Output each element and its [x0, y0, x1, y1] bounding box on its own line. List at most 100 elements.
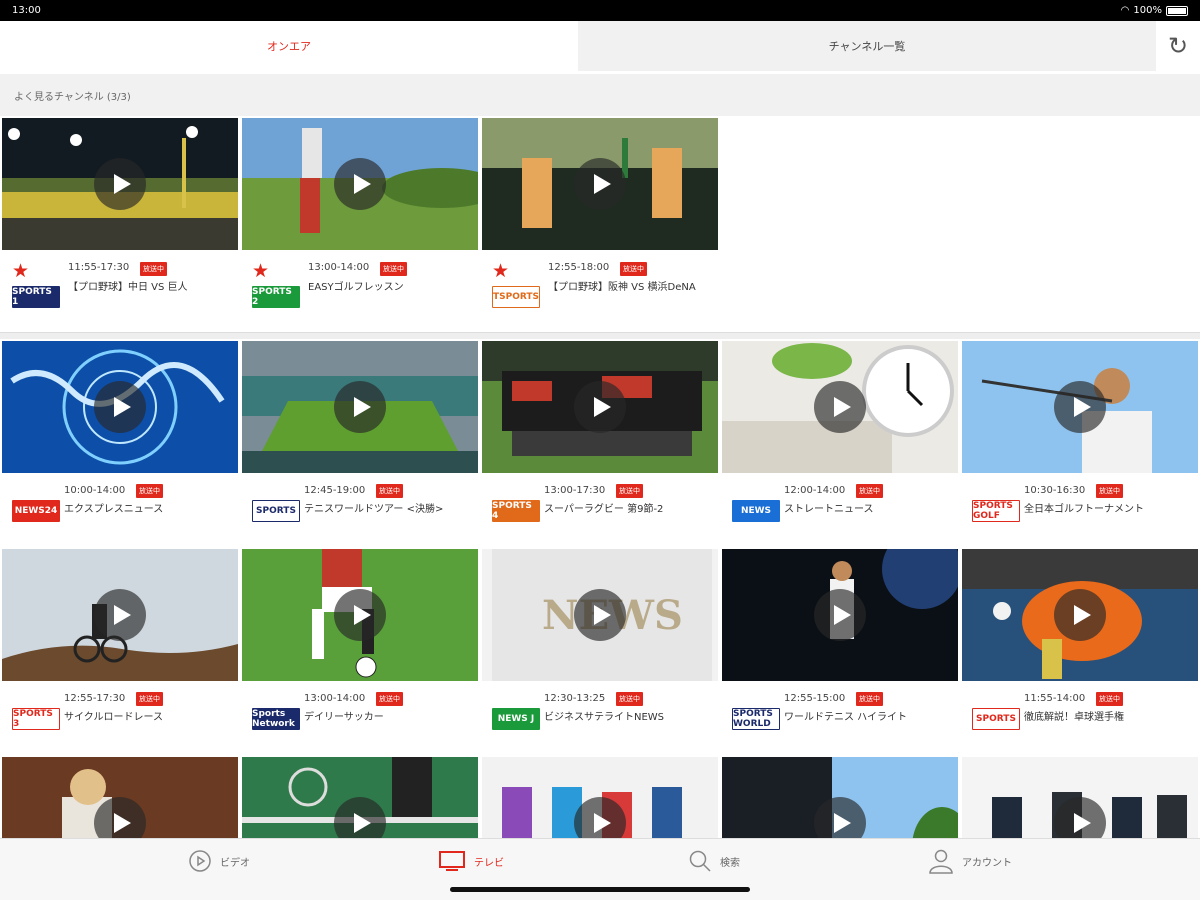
channel-card[interactable] — [482, 757, 720, 839]
section-divider — [0, 332, 1200, 339]
channel-card[interactable]: SPORTS WORLD 12:55-15:00 放送中 ワールドテニス ハイライト — [722, 549, 960, 757]
program-title: ビジネスサテライトNEWS — [544, 712, 665, 723]
program-title: 全日本ゴルフトーナメント — [1024, 504, 1144, 515]
thumbnail[interactable] — [242, 757, 478, 839]
tab-channel-list[interactable]: チャンネル一覧 — [578, 21, 1156, 71]
play-icon[interactable] — [814, 381, 866, 433]
channel-card[interactable]: NEWS NEWS J 12:30-13:25 放送中ビジネスサテライトNEWS — [482, 549, 720, 757]
on-air-badge: 放送中 — [376, 484, 403, 498]
program-title: デイリーサッカー — [304, 712, 384, 723]
channel-logo: SPORTS — [972, 708, 1020, 730]
play-icon[interactable] — [574, 381, 626, 433]
tabbar-account[interactable]: アカウント — [928, 849, 1012, 874]
channel-card[interactable]: NEWS24 10:00-14:00 放送中 エクスプレスニュース — [2, 341, 240, 549]
channel-card[interactable]: SPORTS GOLF 10:30-16:30 放送中 全日本ゴルフトーナメント — [962, 341, 1200, 549]
program-info: SPORTS 11:55-14:00 放送中 徹底解説！卓球選手権 — [962, 681, 1200, 757]
thumbnail[interactable] — [722, 757, 958, 839]
thumbnail[interactable] — [2, 549, 238, 681]
tabbar-tv[interactable]: テレビ — [438, 849, 504, 873]
thumbnail[interactable] — [962, 757, 1198, 839]
on-air-badge: 放送中 — [140, 262, 167, 276]
channel-card[interactable]: SPORTS 11:55-14:00 放送中 徹底解説！卓球選手権 — [962, 549, 1200, 757]
channel-card[interactable]: SPORTS 4 13:00-17:30 放送中 スーパーラグビー 第9節-2 — [482, 341, 720, 549]
favorite-star-icon[interactable]: ★ — [252, 262, 269, 281]
favorite-star-icon[interactable]: ★ — [492, 262, 509, 281]
play-icon[interactable] — [1054, 589, 1106, 641]
status-right: ◠ 100% — [1121, 5, 1188, 16]
program-info: SPORTS WORLD 12:55-15:00 放送中 ワールドテニス ハイライト — [722, 681, 960, 757]
search-icon — [689, 850, 711, 872]
play-icon[interactable] — [94, 158, 146, 210]
play-icon[interactable] — [334, 158, 386, 210]
play-circle-icon — [189, 850, 211, 872]
on-air-badge: 放送中 — [380, 262, 407, 276]
channel-card[interactable]: NEWS 12:00-14:00 放送中 ストレートニュース — [722, 341, 960, 549]
program-title: エクスプレスニュース — [64, 504, 164, 515]
play-icon[interactable] — [574, 158, 626, 210]
thumbnail[interactable] — [242, 118, 478, 250]
program-time: 12:00-14:00 — [784, 485, 846, 496]
play-icon[interactable] — [1054, 381, 1106, 433]
thumbnail[interactable] — [482, 757, 718, 839]
tabbar-video-label: ビデオ — [220, 857, 250, 869]
tab-onair[interactable]: オンエア — [0, 21, 578, 71]
status-time: 13:00 — [12, 5, 41, 16]
play-icon[interactable] — [94, 381, 146, 433]
on-air-badge: 放送中 — [620, 262, 647, 276]
channel-card[interactable]: SPORTS 12:45-19:00 放送中 テニスワールドツアー <決勝> — [242, 341, 480, 549]
program-title: ストレートニュース — [784, 504, 874, 515]
refresh-icon[interactable]: ↻ — [1156, 21, 1200, 71]
channel-logo: SPORTS 1 — [12, 286, 60, 308]
channel-card[interactable] — [962, 757, 1200, 839]
program-info: SPORTS GOLF 10:30-16:30 放送中 全日本ゴルフトーナメント — [962, 473, 1200, 549]
thumbnail[interactable] — [2, 757, 238, 839]
program-time: 13:00-17:30 — [544, 485, 606, 496]
channel-logo: TSPORTS — [492, 286, 540, 308]
tabbar-search[interactable]: 検索 — [688, 849, 740, 873]
program-time: 10:30-16:30 — [1024, 485, 1086, 496]
thumbnail[interactable] — [962, 549, 1198, 681]
play-icon[interactable] — [94, 589, 146, 641]
channel-logo: SPORTS WORLD — [732, 708, 780, 730]
thumbnail[interactable] — [722, 341, 958, 473]
program-info: ★ TSPORTS 12:55-18:00 放送中 【プロ野球】阪神 VS 横浜DeNA — [482, 250, 720, 326]
thumbnail[interactable] — [962, 341, 1198, 473]
channel-logo: SPORTS 3 — [12, 708, 60, 730]
program-title: サイクルロードレース — [64, 712, 163, 723]
program-info: SPORTS 4 13:00-17:30 放送中 スーパーラグビー 第9節-2 — [482, 473, 720, 549]
favorites-header: よく見るチャンネル (3/3) — [0, 74, 1200, 116]
program-info: NEWS 12:00-14:00 放送中 ストレートニュース — [722, 473, 960, 549]
channel-card[interactable] — [242, 757, 480, 839]
favorite-card[interactable]: ★ TSPORTS 12:55-18:00 放送中 【プロ野球】阪神 VS 横浜DeNA — [482, 118, 720, 326]
program-info: Sports Network 13:00-14:00 放送中 デイリーサッカー — [242, 681, 480, 757]
thumbnail[interactable] — [242, 549, 478, 681]
on-air-badge: 放送中 — [1096, 692, 1123, 706]
play-icon[interactable] — [334, 381, 386, 433]
thumbnail[interactable] — [482, 118, 718, 250]
thumbnail[interactable] — [482, 341, 718, 473]
on-air-badge: 放送中 — [376, 692, 403, 706]
channel-card[interactable] — [2, 757, 240, 839]
thumbnail[interactable] — [242, 341, 478, 473]
favorite-star-icon[interactable]: ★ — [12, 262, 29, 281]
favorite-card[interactable]: ★ SPORTS 1 11:55-17:30 放送中【プロ野球】中日 VS 巨人 — [2, 118, 240, 326]
favorite-card[interactable]: ★ SPORTS 2 13:00-14:00 放送中 EASYゴルフレッスン — [242, 118, 480, 326]
channel-card[interactable]: Sports Network 13:00-14:00 放送中 デイリーサッカー — [242, 549, 480, 757]
tabbar-video[interactable]: ビデオ — [188, 849, 250, 873]
home-indicator — [450, 887, 750, 892]
play-icon[interactable] — [574, 589, 626, 641]
program-title: 【プロ野球】中日 VS 巨人 — [68, 282, 188, 293]
program-info: SPORTS 12:45-19:00 放送中 テニスワールドツアー <決勝> — [242, 473, 480, 549]
program-time: 12:55-17:30 — [64, 693, 126, 704]
channel-grid: NEWS24 10:00-14:00 放送中 エクスプレスニュース SPORTS 12:4… — [0, 339, 1200, 839]
program-time: 11:55-17:30 — [68, 262, 130, 273]
channel-card[interactable] — [722, 757, 960, 839]
program-info: NEWS24 10:00-14:00 放送中 エクスプレスニュース — [2, 473, 240, 549]
play-icon[interactable] — [334, 589, 386, 641]
play-icon[interactable] — [814, 589, 866, 641]
thumbnail[interactable] — [2, 341, 238, 473]
thumbnail[interactable]: NEWS — [482, 549, 718, 681]
thumbnail[interactable] — [722, 549, 958, 681]
channel-card[interactable]: SPORTS 3 12:55-17:30 放送中 サイクルロードレース — [2, 549, 240, 757]
thumbnail[interactable] — [2, 118, 238, 250]
